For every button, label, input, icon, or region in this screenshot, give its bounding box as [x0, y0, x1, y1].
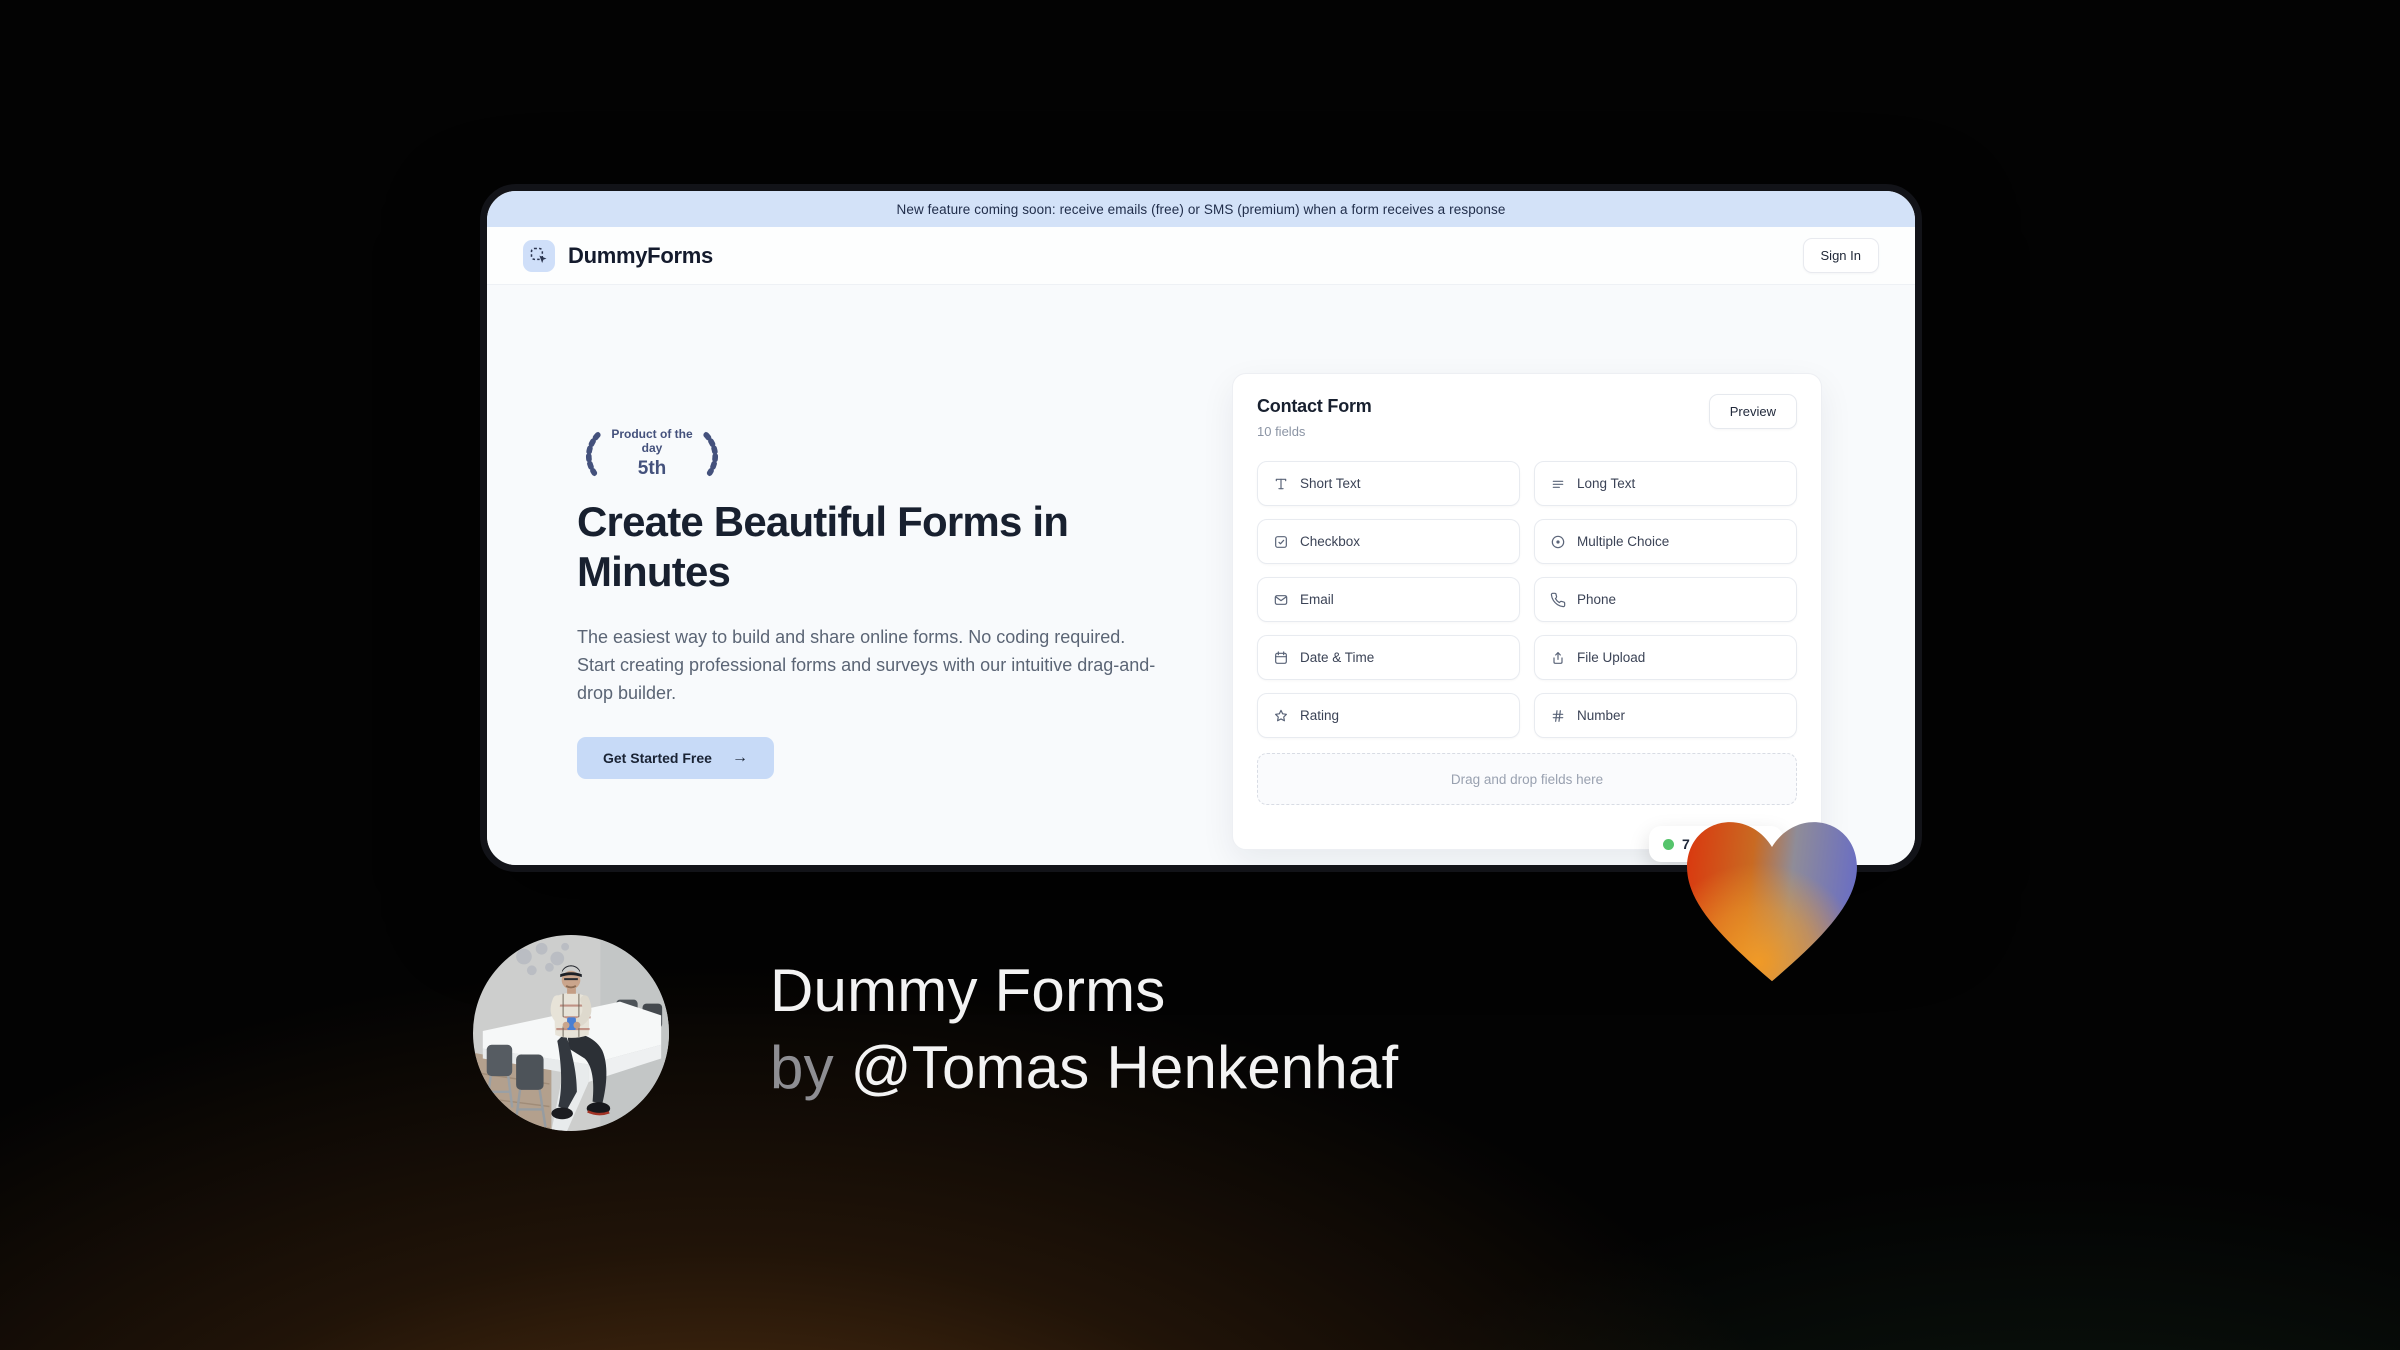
envelope-icon	[1274, 594, 1288, 605]
browser-window: New feature coming soon: receive emails …	[480, 184, 1922, 872]
field-item-number[interactable]: Number	[1534, 693, 1797, 738]
cta-label: Get Started Free	[603, 750, 712, 766]
get-started-button[interactable]: Get Started Free →	[577, 737, 774, 779]
checkbox-icon	[1275, 535, 1287, 548]
field-item-checkbox[interactable]: Checkbox	[1257, 519, 1520, 564]
form-builder-panel: Contact Form 10 fields Preview Short Tex…	[1232, 373, 1822, 862]
calendar-icon	[1275, 650, 1287, 664]
product-of-the-day-badge: Product of the day 5th	[577, 426, 727, 482]
field-item-short-text[interactable]: Short Text	[1257, 461, 1520, 506]
brand[interactable]: DummyForms	[523, 239, 713, 272]
hero-description: The easiest way to build and share onlin…	[577, 627, 1156, 703]
caption-title: Dummy Forms	[770, 957, 1166, 1024]
type-icon	[1275, 478, 1287, 489]
upload-icon	[1553, 651, 1563, 664]
hero-section: Product of the day 5th Create Beautiful …	[487, 285, 1915, 865]
site-header: DummyForms Sign In	[487, 227, 1915, 285]
field-item-rating[interactable]: Rating	[1257, 693, 1520, 738]
award-label: Product of the day	[611, 427, 693, 456]
field-item-phone[interactable]: Phone	[1534, 577, 1797, 622]
field-item-multiple-choice[interactable]: Multiple Choice	[1534, 519, 1797, 564]
announcement-text: New feature coming soon: receive emails …	[896, 201, 1506, 217]
field-item-date-time[interactable]: Date & Time	[1257, 635, 1520, 680]
laurel-left-icon	[586, 431, 601, 477]
announcement-banner: New feature coming soon: receive emails …	[487, 191, 1915, 227]
sign-in-button[interactable]: Sign In	[1802, 238, 1879, 273]
align-left-icon	[1552, 480, 1564, 488]
drag-drop-zone[interactable]: Drag and drop fields here	[1257, 753, 1797, 805]
page-title: Create Beautiful Forms in Minutes	[577, 498, 1069, 595]
hash-icon	[1552, 709, 1564, 722]
field-type-grid: Short Text Long Text Checkbox Multiple C…	[1257, 461, 1797, 738]
author-avatar	[473, 935, 669, 1131]
preview-button[interactable]: Preview	[1708, 394, 1797, 429]
star-icon	[1275, 709, 1287, 721]
online-dot-icon	[1663, 838, 1674, 850]
field-item-long-text[interactable]: Long Text	[1534, 461, 1797, 506]
arrow-right-icon: →	[731, 749, 748, 766]
brand-name: DummyForms	[568, 242, 713, 268]
dropzone-text: Drag and drop fields here	[1450, 771, 1604, 787]
field-item-file-upload[interactable]: File Upload	[1534, 635, 1797, 680]
field-item-email[interactable]: Email	[1257, 577, 1520, 622]
gradient-heart-icon	[1674, 810, 1870, 986]
award-rank: 5th	[637, 457, 667, 479]
promo-background: New feature coming soon: receive emails …	[0, 0, 2400, 1350]
phone-icon	[1550, 592, 1566, 607]
logo-icon	[523, 239, 555, 272]
caption-by: by	[770, 1034, 834, 1101]
caption-author: @Tomas Henkenhaf	[850, 1034, 1399, 1101]
radio-circle-icon	[1551, 535, 1565, 548]
caption: Dummy Forms by @Tomas Henkenhaf	[770, 952, 1398, 1106]
laurel-right-icon	[703, 431, 718, 477]
